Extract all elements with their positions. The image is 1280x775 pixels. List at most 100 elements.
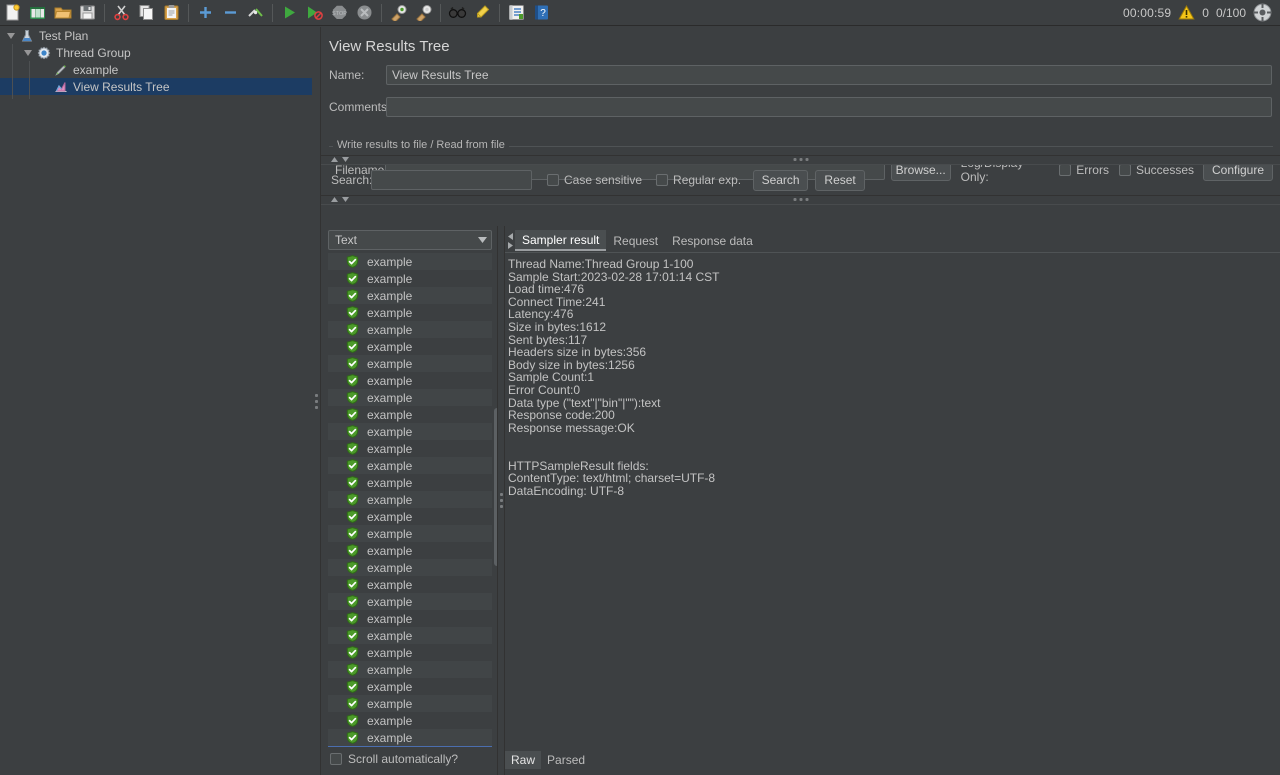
open-icon[interactable] <box>50 1 75 25</box>
tab-response-data[interactable]: Response data <box>665 230 760 251</box>
list-item[interactable]: example <box>328 729 492 746</box>
comments-input[interactable] <box>386 97 1272 117</box>
warning-icon[interactable] <box>1178 5 1195 20</box>
success-shield-icon <box>346 578 363 591</box>
function-helper-icon[interactable] <box>504 1 529 25</box>
reset-button[interactable]: Reset <box>815 170 865 191</box>
tab-request[interactable]: Request <box>606 230 665 251</box>
copy-icon[interactable] <box>134 1 159 25</box>
splitter-arrows[interactable] <box>331 157 349 162</box>
list-item[interactable]: example <box>328 593 492 610</box>
help-icon[interactable]: ? <box>529 1 554 25</box>
list-item[interactable]: example <box>328 576 492 593</box>
list-item[interactable]: example <box>328 474 492 491</box>
start-icon[interactable] <box>277 1 302 25</box>
splitter-grip <box>793 198 808 201</box>
clear-all-icon[interactable] <box>411 1 436 25</box>
renderer-select[interactable]: Text <box>328 230 492 250</box>
upper-splitter[interactable] <box>321 155 1280 165</box>
templates-icon[interactable] <box>25 1 50 25</box>
sampler-result-text[interactable]: Thread Name:Thread Group 1-100Sample Sta… <box>505 252 1280 750</box>
remote-icon[interactable] <box>1253 3 1272 22</box>
list-item-label: example <box>363 306 412 320</box>
list-item[interactable]: example <box>328 304 492 321</box>
scroll-automatically-checkbox[interactable]: Scroll automatically? <box>330 752 458 766</box>
splitter-edge <box>321 155 1280 156</box>
list-item[interactable]: example <box>328 287 492 304</box>
tab-raw[interactable]: Raw <box>505 751 541 769</box>
list-item[interactable]: example <box>328 338 492 355</box>
main-splitter[interactable] <box>312 27 320 775</box>
success-shield-icon <box>346 323 363 336</box>
scroll-automatically-label: Scroll automatically? <box>348 752 458 766</box>
lower-splitter[interactable] <box>321 195 1280 205</box>
tree-node-thread-group[interactable]: Thread Group <box>0 44 312 61</box>
list-item[interactable]: example <box>328 627 492 644</box>
collapse-all-icon[interactable] <box>218 1 243 25</box>
list-item[interactable]: example <box>328 372 492 389</box>
list-item-label: example <box>363 646 412 660</box>
splitter-arrows[interactable] <box>331 197 349 202</box>
list-item[interactable]: example <box>328 406 492 423</box>
list-item[interactable]: example <box>328 644 492 661</box>
save-icon[interactable] <box>75 1 100 25</box>
start-no-timers-icon[interactable] <box>302 1 327 25</box>
list-item[interactable]: example <box>328 389 492 406</box>
tab-scroll-left-icon[interactable] <box>505 230 515 251</box>
search-icon[interactable] <box>445 1 470 25</box>
list-item[interactable]: example <box>328 355 492 372</box>
tree-node-test-plan[interactable]: Test Plan <box>0 27 312 44</box>
view-results-tree-panel: View Results Tree Name: Comments: Write … <box>321 27 1280 775</box>
chevron-down-icon[interactable] <box>21 44 35 61</box>
list-item[interactable]: example <box>328 542 492 559</box>
cut-icon[interactable] <box>109 1 134 25</box>
search-reset-icon[interactable] <box>470 1 495 25</box>
list-item[interactable]: example <box>328 457 492 474</box>
list-item[interactable]: example <box>328 321 492 338</box>
list-item[interactable]: example <box>328 253 492 270</box>
shutdown-icon[interactable] <box>352 1 377 25</box>
tree-node-example[interactable]: example <box>0 61 312 78</box>
name-input[interactable] <box>386 65 1272 85</box>
list-item[interactable]: example <box>328 695 492 712</box>
new-icon[interactable] <box>0 1 25 25</box>
expand-all-icon[interactable] <box>193 1 218 25</box>
result-line: Headers size in bytes:356 <box>508 346 1280 359</box>
list-item[interactable]: example <box>328 491 492 508</box>
tab-parsed[interactable]: Parsed <box>541 751 591 769</box>
stop-icon[interactable]: STOP <box>327 1 352 25</box>
test-plan-tree[interactable]: Test Plan Thread Group <box>0 27 312 775</box>
success-shield-icon <box>346 561 363 574</box>
success-shield-icon <box>346 374 363 387</box>
toolbar-separator <box>499 4 500 22</box>
list-item[interactable]: example <box>328 525 492 542</box>
success-shield-icon <box>346 595 363 608</box>
list-item[interactable]: example <box>328 559 492 576</box>
tab-sampler-result[interactable]: Sampler result <box>515 230 606 251</box>
list-item[interactable]: example <box>328 270 492 287</box>
tree-node-view-results-tree[interactable]: View Results Tree <box>0 78 312 95</box>
collapse-down-icon <box>342 197 349 202</box>
result-line: Sample Count:1 <box>508 371 1280 384</box>
list-item[interactable]: example <box>328 440 492 457</box>
list-item[interactable]: example <box>328 423 492 440</box>
paste-icon[interactable] <box>159 1 184 25</box>
list-item[interactable]: example <box>328 678 492 695</box>
results-list[interactable]: exampleexampleexampleexampleexampleexamp… <box>328 253 492 747</box>
view-mode-tabs: Raw Parsed <box>505 751 591 769</box>
chevron-down-icon[interactable] <box>4 27 18 44</box>
search-button[interactable]: Search <box>753 170 808 191</box>
list-item[interactable]: example <box>328 661 492 678</box>
success-shield-icon <box>346 612 363 625</box>
list-item[interactable]: example <box>328 508 492 525</box>
list-item[interactable]: example <box>328 610 492 627</box>
search-input[interactable] <box>371 170 532 190</box>
splitter-edge <box>321 195 1280 196</box>
clear-icon[interactable] <box>386 1 411 25</box>
list-item[interactable]: example <box>328 746 492 747</box>
regular-exp-checkbox[interactable]: Regular exp. <box>656 173 741 187</box>
result-line: Connect Time:241 <box>508 296 1280 309</box>
toggle-icon[interactable] <box>243 1 268 25</box>
list-item[interactable]: example <box>328 712 492 729</box>
case-sensitive-checkbox[interactable]: Case sensitive <box>547 173 642 187</box>
